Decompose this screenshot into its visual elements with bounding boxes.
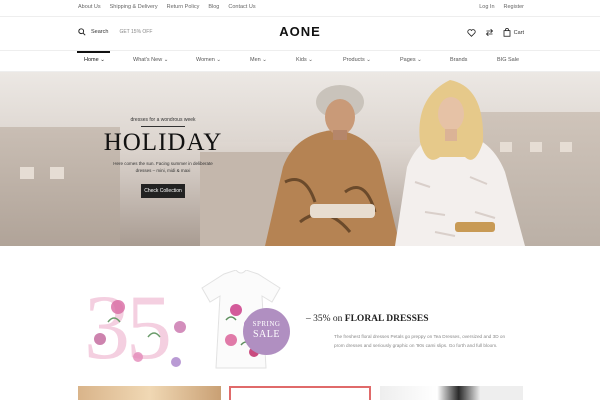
nav-label: Women [196, 57, 215, 63]
heart-icon[interactable] [466, 28, 476, 37]
nav-label: What's New [133, 57, 163, 63]
nav-label: Brands [450, 57, 468, 63]
nav-item-brands[interactable]: Brands [450, 57, 467, 63]
site-header: Search GET 15% OFF AONE Cart [0, 17, 600, 50]
hero-description: Here comes the sun. Facing summer in del… [113, 161, 213, 173]
nav-item-kids[interactable]: Kids ⌄ [296, 57, 313, 63]
nav-item-women[interactable]: Women ⌄ [196, 57, 221, 63]
hero-window [50, 167, 64, 179]
chevron-down-icon: ⌄ [262, 57, 267, 63]
promo-description: The freshest floral dresses Petals go pr… [334, 334, 506, 348]
hero-banner: dresses for a wondrous week HOLIDAY Here… [0, 72, 600, 246]
promo-headline: – 35% on FLORAL DRESSES [306, 314, 428, 324]
chevron-down-icon: ⌄ [366, 57, 371, 63]
nav-label: Kids [296, 57, 307, 63]
promo-headline-prefix: – 35% on [306, 314, 343, 324]
nav-label: Pages [400, 57, 416, 63]
hero-kicker: dresses for a wondrous week [130, 117, 196, 123]
badge-line-2: SALE [253, 329, 280, 340]
category-thumbnail[interactable] [229, 386, 371, 400]
hero-title: HOLIDAY [103, 129, 223, 156]
chevron-down-icon: ⌄ [216, 57, 221, 63]
hero-window [560, 142, 572, 152]
shipping-delivery-link[interactable]: Shipping & Delivery [110, 4, 158, 10]
header-actions: Cart [466, 28, 524, 37]
nav-label: Home [84, 57, 99, 63]
nav-item-whats-new[interactable]: What's New ⌄ [133, 57, 168, 63]
register-link[interactable]: Register [504, 4, 524, 10]
bag-icon[interactable] [503, 28, 511, 37]
hero-models-image [265, 80, 525, 246]
return-policy-link[interactable]: Return Policy [167, 4, 200, 10]
cart-label[interactable]: Cart [514, 30, 524, 36]
account-links: Log In Register [479, 4, 524, 10]
chevron-down-icon: ⌄ [417, 57, 422, 63]
chevron-down-icon: ⌄ [100, 57, 105, 63]
top-utility-bar: About Us Shipping & Delivery Return Poli… [0, 0, 600, 17]
chevron-down-icon: ⌄ [163, 57, 169, 63]
hero-divider [141, 126, 185, 127]
check-collection-button[interactable]: Check Collection [141, 184, 185, 198]
category-thumbnail[interactable] [78, 386, 221, 400]
nav-label: BIG Sale [497, 57, 520, 63]
category-thumbnail[interactable] [380, 386, 523, 400]
promo-headline-main: FLORAL DRESSES [344, 314, 429, 324]
nav-label: Products [343, 57, 365, 63]
nav-item-products[interactable]: Products ⌄ [343, 57, 371, 63]
about-us-link[interactable]: About Us [78, 4, 101, 10]
nav-item-pages[interactable]: Pages ⌄ [400, 57, 422, 63]
floral-promo-section: 35 – 35% on FLORAL DRESSES The freshest … [78, 267, 522, 373]
nav-item-men[interactable]: Men ⌄ [250, 57, 267, 63]
nav-item-home[interactable]: Home ⌄ [84, 57, 105, 63]
contact-us-link[interactable]: Contact Us [228, 4, 255, 10]
nav-label: Men [250, 57, 261, 63]
hero-window [20, 167, 34, 179]
nav-item-big-sale[interactable]: BIG Sale [497, 57, 519, 63]
chevron-down-icon: ⌄ [308, 57, 313, 63]
utility-links: About Us Shipping & Delivery Return Poli… [78, 4, 256, 10]
active-nav-indicator [77, 51, 110, 53]
spring-sale-badge[interactable]: SPRING SALE [243, 308, 290, 355]
compare-icon[interactable] [485, 28, 494, 37]
badge-line-1: SPRING [252, 320, 281, 328]
login-link[interactable]: Log In [479, 4, 494, 10]
blog-link[interactable]: Blog [208, 4, 219, 10]
main-navigation: Home ⌄ What's New ⌄ Women ⌄ Men ⌄ Kids ⌄… [0, 50, 600, 72]
